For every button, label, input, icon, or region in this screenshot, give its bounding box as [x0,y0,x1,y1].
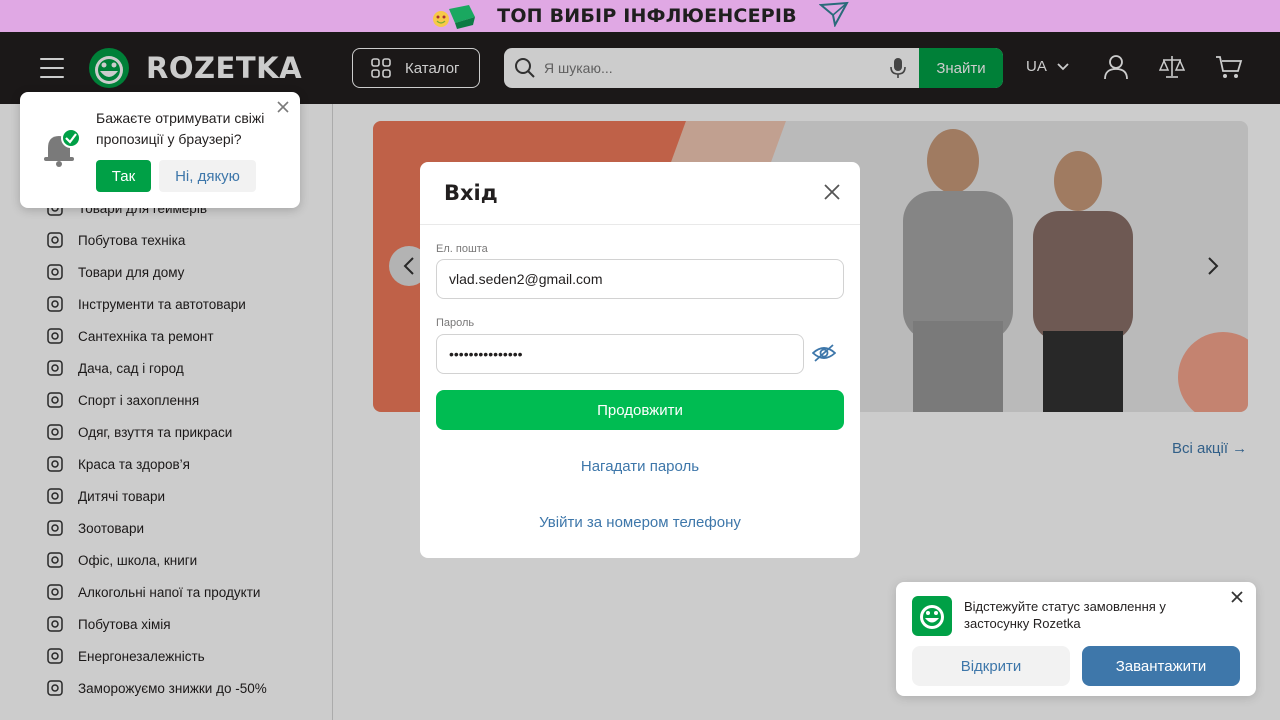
rozetka-app-icon [912,596,952,636]
password-label: Пароль [436,317,475,329]
close-icon[interactable] [1230,590,1244,604]
phone-login-link[interactable]: Увійти за номером телефону [420,514,860,531]
modal-header: Вхід [420,162,860,225]
download-app-button[interactable]: Завантажити [1082,646,1240,686]
push-yes-button[interactable]: Так [96,160,151,192]
close-icon[interactable] [822,182,842,202]
continue-button[interactable]: Продовжити [436,390,844,430]
forgot-password-link[interactable]: Нагадати пароль [420,458,860,475]
promo-overlay [0,0,1280,32]
email-label: Ел. пошта [436,243,488,255]
push-no-button[interactable]: Ні, дякую [159,160,256,192]
bell-icon [44,128,80,167]
close-icon[interactable] [276,100,290,114]
app-promo-card: Відстежуйте статус замовлення у застосун… [896,582,1256,696]
app-promo-text: Відстежуйте статус замовлення у застосун… [964,599,1166,631]
push-message: Бажаєте отримувати свіжі пропозиції у бр… [96,110,265,147]
email-field[interactable] [436,259,844,299]
push-notification-prompt: Бажаєте отримувати свіжі пропозиції у бр… [20,92,300,208]
modal-title: Вхід [444,181,498,205]
open-app-button[interactable]: Відкрити [912,646,1070,686]
login-modal: Вхід Ел. пошта Пароль Продовжити Нагадат… [420,162,860,558]
password-field[interactable] [436,334,804,374]
hide-password-eye-icon[interactable] [812,343,836,363]
